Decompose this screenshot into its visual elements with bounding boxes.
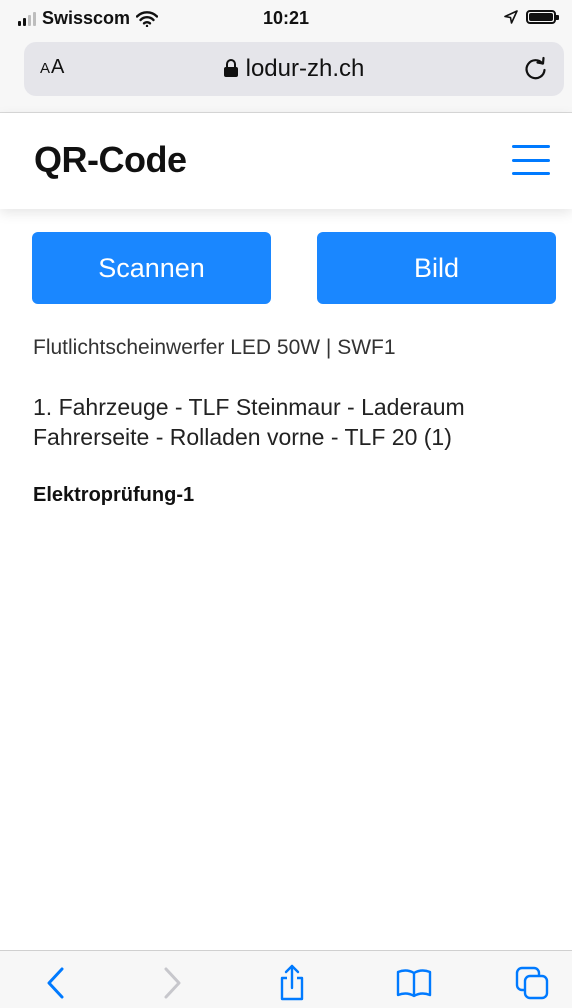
url-display[interactable]: lodur-zh.ch (24, 55, 564, 83)
page-header: QR-Code (0, 113, 572, 209)
tabs-button[interactable] (512, 963, 552, 1003)
item-location: 1. Fahrzeuge - TLF Steinmaur - Laderaum … (33, 394, 465, 450)
battery-icon (526, 10, 559, 24)
lock-icon (223, 59, 238, 77)
forward-button[interactable] (152, 963, 192, 1003)
back-button[interactable] (36, 963, 76, 1003)
status-right (504, 10, 559, 24)
back-icon (47, 967, 64, 999)
status-bar: Swisscom 10:21 (0, 0, 572, 40)
page-title: QR-Code (34, 139, 187, 180)
browser-chrome: AA lodur-zh.ch (0, 40, 572, 113)
tabs-icon (515, 966, 549, 1000)
item-name: Flutlichtscheinwerfer LED 50W | SWF1 (33, 336, 396, 359)
scan-button[interactable]: Scannen (32, 232, 271, 304)
check-label: Elektroprüfung-1 (33, 484, 195, 506)
reload-icon[interactable] (522, 55, 550, 83)
forward-icon (164, 967, 181, 999)
share-icon (280, 964, 304, 1001)
image-button[interactable]: Bild (317, 232, 556, 304)
bookmarks-button[interactable] (394, 963, 434, 1003)
share-button[interactable] (272, 963, 312, 1003)
location-icon (504, 10, 518, 24)
url-text: lodur-zh.ch (245, 55, 365, 82)
menu-icon[interactable] (512, 145, 550, 175)
bookmarks-icon (396, 969, 432, 998)
bottom-toolbar (0, 950, 572, 1008)
action-buttons: Scannen Bild (32, 232, 556, 304)
url-bar[interactable]: AA lodur-zh.ch (24, 42, 564, 96)
status-time: 10:21 (262, 8, 310, 28)
